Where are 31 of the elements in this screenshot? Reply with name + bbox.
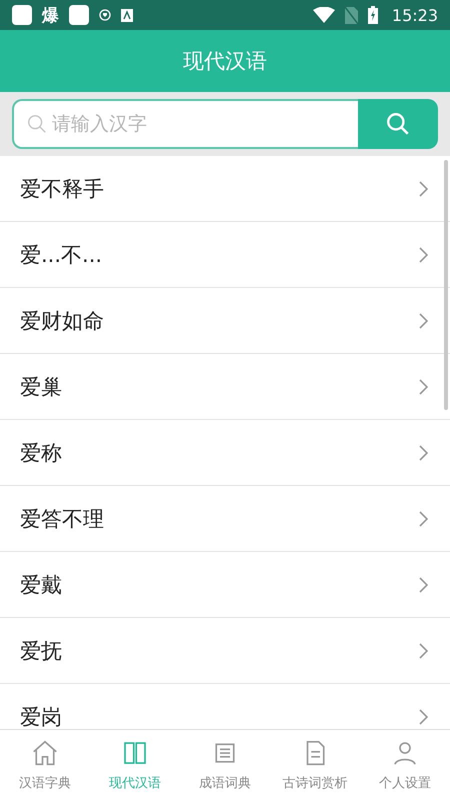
keyboard-icon [121, 8, 133, 22]
chevron-right-icon [419, 180, 428, 196]
chevron-right-icon [419, 642, 428, 658]
app-icon [69, 5, 89, 25]
chevron-right-icon [419, 708, 428, 724]
page-title: 现代汉语 [183, 48, 267, 75]
wifi-icon [312, 7, 335, 23]
chevron-right-icon [419, 246, 428, 262]
tab[interactable]: 古诗词赏析 [270, 730, 360, 800]
no-sim-icon [344, 6, 358, 24]
battery-icon [368, 6, 378, 24]
list-item[interactable]: 爱抚 [0, 618, 450, 684]
clock-time: 15:23 [392, 6, 438, 24]
chevron-right-icon [419, 576, 428, 592]
app-icon [12, 5, 32, 25]
list-item[interactable]: 爱称 [0, 420, 450, 486]
search-field[interactable]: 请输入汉字 [12, 99, 358, 149]
tab[interactable]: 个人设置 [360, 730, 450, 800]
tab[interactable]: 汉语字典 [0, 730, 90, 800]
tab[interactable]: 成语词典 [180, 730, 270, 800]
list-item[interactable]: 爱答不理 [0, 486, 450, 552]
search-button[interactable] [358, 99, 438, 149]
list-item[interactable]: 爱戴 [0, 552, 450, 618]
shield-icon [99, 9, 111, 21]
chevron-right-icon [419, 378, 428, 394]
chevron-right-icon [419, 444, 428, 460]
search-icon [385, 111, 411, 137]
search-icon [26, 113, 48, 135]
chevron-right-icon [419, 510, 428, 526]
notification-text: 爆 [42, 4, 59, 26]
chevron-right-icon [419, 312, 428, 328]
